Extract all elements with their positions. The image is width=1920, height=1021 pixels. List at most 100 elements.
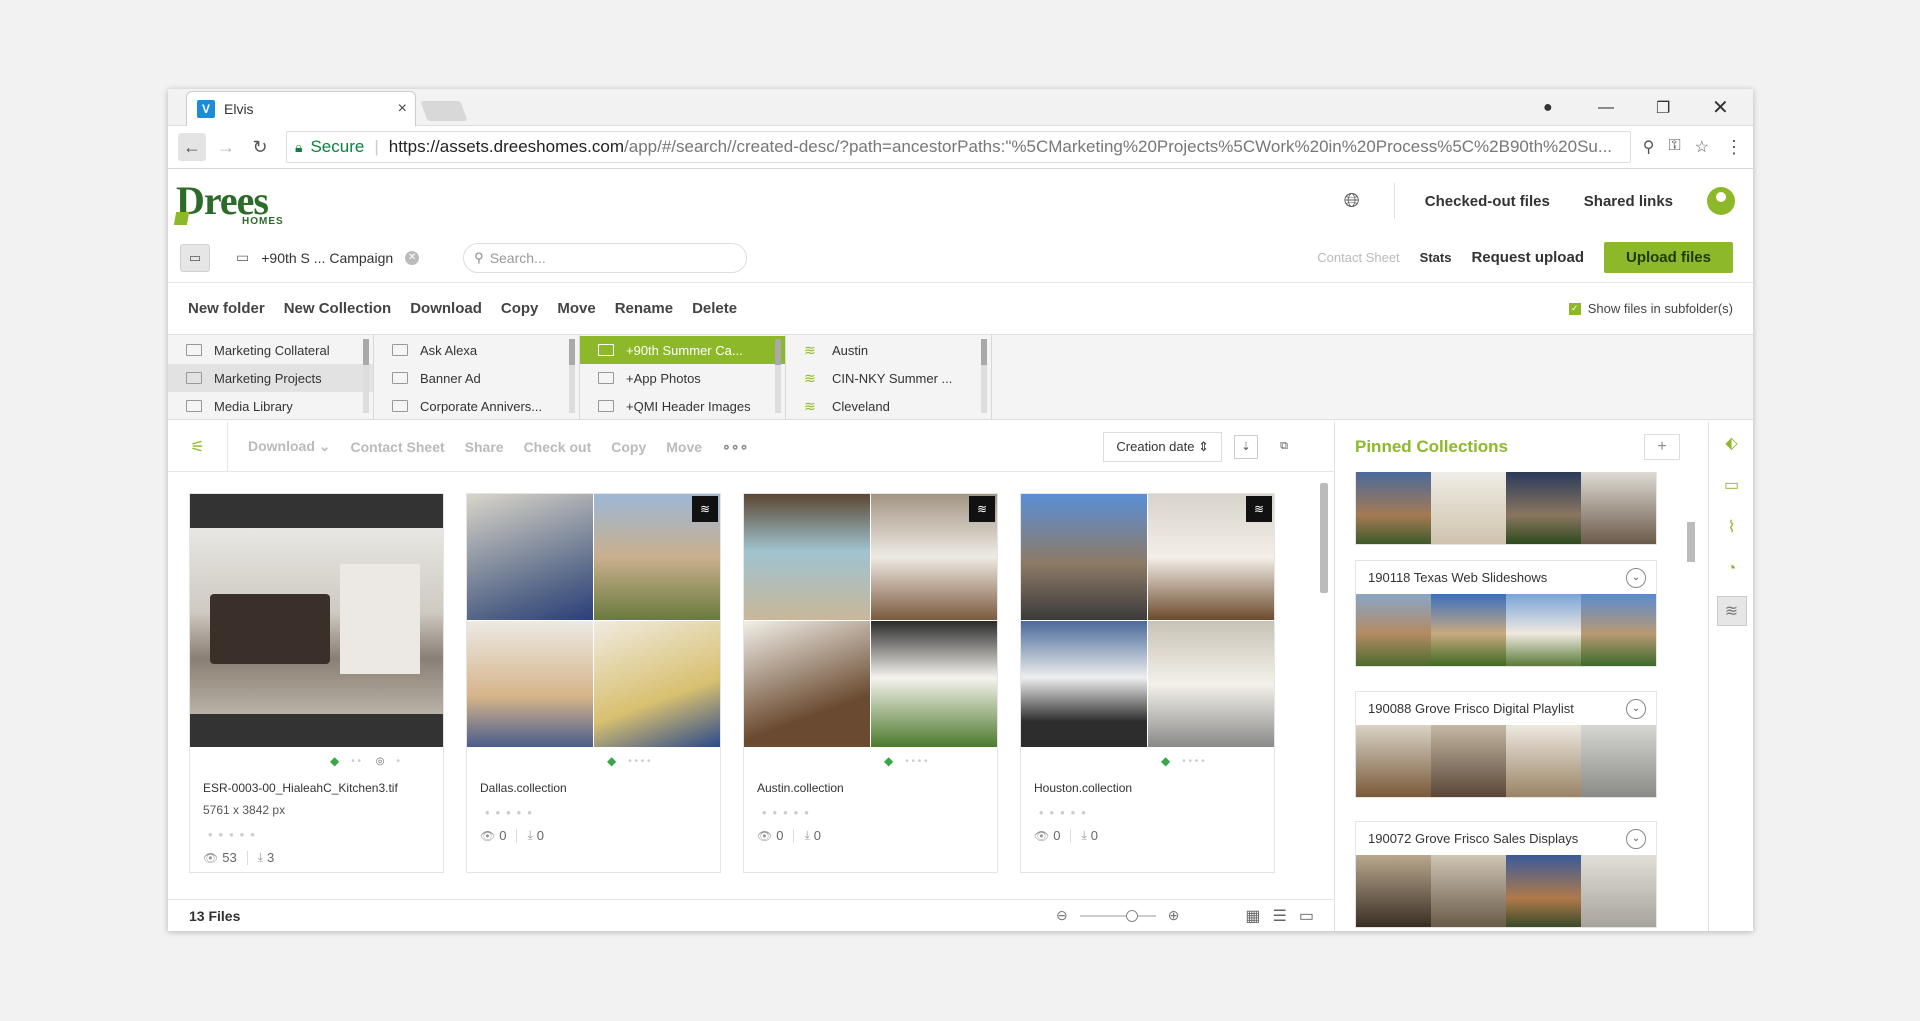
scrollbar-thumb[interactable] [363, 339, 369, 365]
request-upload-link[interactable]: Request upload [1471, 249, 1584, 266]
menu-icon[interactable]: ⋮ [1725, 137, 1743, 158]
rating-stars[interactable]: ••••• [467, 805, 720, 820]
zoom-icon[interactable]: ⚲ [1643, 137, 1655, 157]
scrollbar[interactable] [569, 339, 575, 413]
file-grid-scrollbar[interactable] [1320, 477, 1328, 887]
scrollbar-thumb[interactable] [1320, 483, 1328, 593]
filter-icon[interactable]: ⚟ [168, 421, 228, 472]
sort-select[interactable]: Creation date ⇕ [1103, 431, 1222, 462]
check-out-button[interactable]: Check out [524, 439, 592, 455]
minimize-icon[interactable]: — [1598, 89, 1614, 126]
breadcrumb[interactable]: ▭ +90th S ... Campaign ✕ [236, 249, 420, 266]
scrollbar[interactable] [981, 339, 987, 413]
more-actions-icon[interactable]: ∘∘∘ [722, 438, 748, 455]
collection-item[interactable]: ≋ Austin [786, 336, 991, 364]
attachment-icon[interactable]: ⌇ [1709, 506, 1753, 548]
drees-logo[interactable]: Drees HOMES [173, 177, 283, 227]
copy-file-button[interactable]: Copy [611, 439, 646, 455]
preview-toggle-icon[interactable]: ⧉ [1272, 435, 1296, 459]
shared-links-link[interactable]: Shared links [1584, 193, 1673, 210]
scrollbar-thumb[interactable] [1687, 522, 1695, 562]
show-subfolders-toggle[interactable]: ✓ Show files in subfolder(s) [1568, 301, 1733, 316]
key-icon[interactable]: ⚿ [1668, 137, 1680, 157]
file-thumbnail[interactable] [190, 494, 443, 747]
rating-stars[interactable]: ••••• [744, 805, 997, 820]
collection-thumbnail[interactable]: ≋ [744, 494, 997, 747]
chevron-down-icon[interactable]: ⌄ [1626, 567, 1646, 588]
avatar[interactable] [1707, 187, 1735, 215]
download-button[interactable]: Download [410, 300, 482, 317]
grid-view-icon[interactable]: ▦ [1245, 906, 1260, 926]
share-button[interactable]: Share [465, 439, 504, 455]
list-view-icon[interactable]: ☰ [1273, 906, 1287, 926]
folder-item[interactable]: Marketing Collateral [168, 336, 373, 364]
pinned-collection-card[interactable] [1355, 472, 1657, 545]
stats-link[interactable]: Stats [1420, 250, 1452, 265]
back-icon[interactable]: ← [178, 133, 206, 161]
folder-item-selected[interactable]: Marketing Projects [168, 364, 373, 392]
chevron-down-icon[interactable]: ⌄ [1626, 698, 1646, 719]
collection-thumbnail[interactable]: ≋ [467, 494, 720, 747]
folder-item-active[interactable]: +90th Summer Ca... [580, 336, 785, 364]
pinned-collection-card[interactable]: 190118 Texas Web Slideshows ⌄ [1355, 560, 1657, 667]
folder-item[interactable]: Corporate Annivers... [374, 392, 579, 420]
collection-thumbnail[interactable]: ≋ [1021, 494, 1274, 747]
url-field[interactable]: 🔒︎ Secure | https://assets.dreeshomes.co… [286, 131, 1631, 163]
rating-stars[interactable]: ••••• [1021, 805, 1274, 820]
search-input[interactable] [489, 249, 710, 266]
pinned-collection-card[interactable]: 190088 Grove Frisco Digital Playlist ⌄ [1355, 691, 1657, 798]
scrollbar[interactable] [775, 339, 781, 413]
sort-order-icon[interactable]: ⇣ [1234, 434, 1258, 459]
pinned-scrollbar[interactable] [1687, 472, 1695, 931]
collections-rail-icon[interactable]: ≋ [1709, 590, 1753, 632]
scrollbar-thumb[interactable] [981, 339, 987, 365]
collection-card[interactable]: ≋ ◆ • • • • Austin.collection ••••• 👁︎ 0 ⤓… [743, 493, 998, 873]
scrollbar-thumb[interactable] [569, 339, 575, 365]
scrollbar[interactable] [363, 339, 369, 413]
contact-sheet-button[interactable]: Contact Sheet [351, 439, 445, 455]
new-collection-button[interactable]: New Collection [284, 300, 392, 317]
copy-button[interactable]: Copy [501, 300, 539, 317]
contact-sheet-link[interactable]: Contact Sheet [1317, 250, 1399, 265]
gallery-view-icon[interactable]: ▭ [1299, 906, 1314, 926]
clear-breadcrumb-icon[interactable]: ✕ [405, 250, 420, 265]
checkbox-checked-icon[interactable]: ✓ [1568, 302, 1581, 315]
folder-panel-toggle[interactable]: ▭ [180, 243, 210, 272]
upload-files-button[interactable]: Upload files [1603, 242, 1733, 273]
new-tab-button[interactable] [420, 101, 468, 121]
collection-item[interactable]: ≋ Cleveland [786, 392, 991, 420]
collection-card[interactable]: ≋ ◆ • • • • Dallas.collection ••••• 👁︎ 0 ⤓… [466, 493, 721, 873]
tag-rail-icon[interactable]: ⬖ [1709, 422, 1753, 464]
chevron-down-icon[interactable]: ⌄ [1626, 828, 1646, 849]
restore-icon[interactable]: ❐ [1656, 89, 1670, 126]
zoom-out-icon[interactable]: ⊖ [1056, 907, 1068, 924]
new-folder-button[interactable]: New folder [188, 300, 265, 317]
collection-item[interactable]: ≋ CIN-NKY Summer ... [786, 364, 991, 392]
add-pinned-button[interactable]: + [1644, 434, 1680, 460]
folder-item[interactable]: Banner Ad [374, 364, 579, 392]
file-card[interactable]: ◆ • • ◎ • ESR-0003-00_HialeahC_Kitchen3.ti… [189, 493, 444, 873]
delete-button[interactable]: Delete [692, 300, 737, 317]
folder-item[interactable]: Media Library [168, 392, 373, 420]
collection-card[interactable]: ≋ ◆ • • • • Houston.collection ••••• 👁︎ 0 … [1020, 493, 1275, 873]
reload-icon[interactable]: ↻ [246, 133, 274, 161]
folder-item[interactable]: +App Photos [580, 364, 785, 392]
zoom-slider[interactable] [1079, 909, 1156, 922]
move-file-button[interactable]: Move [666, 439, 702, 455]
zoom-slider-handle[interactable] [1125, 909, 1138, 922]
rename-button[interactable]: Rename [615, 300, 673, 317]
close-tab-icon[interactable]: × [398, 100, 407, 118]
browser-tab[interactable]: V Elvis × [186, 91, 416, 126]
history-icon[interactable]: ◔ [1709, 548, 1753, 590]
checked-out-files-link[interactable]: Checked-out files [1425, 193, 1550, 210]
move-button[interactable]: Move [557, 300, 595, 317]
forward-icon[interactable]: → [212, 133, 240, 161]
folder-item[interactable]: +QMI Header Images [580, 392, 785, 420]
zoom-in-icon[interactable]: ⊕ [1168, 907, 1180, 924]
download-dropdown[interactable]: Download ⌄ [248, 438, 331, 455]
scrollbar-thumb[interactable] [775, 339, 781, 365]
star-icon[interactable]: ☆ [1695, 137, 1709, 157]
folder-item[interactable]: Ask Alexa [374, 336, 579, 364]
profile-icon[interactable]: ● [1543, 89, 1553, 126]
rating-stars[interactable]: ••••• [190, 827, 443, 842]
